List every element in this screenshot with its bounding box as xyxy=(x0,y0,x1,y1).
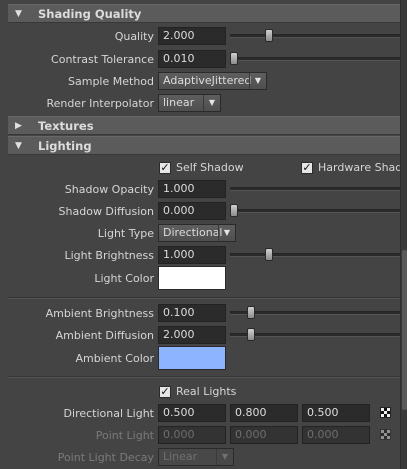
separator xyxy=(8,376,400,378)
ambient-brightness-slider-handle[interactable] xyxy=(247,306,255,319)
point-light-x-field[interactable]: 0.000 xyxy=(158,426,226,444)
light-type-label: Light Type xyxy=(97,227,154,240)
shadow-diffusion-label: Shadow Diffusion xyxy=(58,205,154,218)
light-brightness-field[interactable]: 1.000 xyxy=(158,246,226,264)
checker-map-icon[interactable] xyxy=(380,407,391,418)
sample-method-label: Sample Method xyxy=(68,75,154,88)
shadow-opacity-label: Shadow Opacity xyxy=(64,183,154,196)
light-type-dropdown[interactable]: Directional ▼ xyxy=(158,224,236,242)
light-brightness-slider-track[interactable] xyxy=(230,253,400,257)
hardware-shadow-checkbox[interactable]: ✓ xyxy=(301,162,313,174)
light-color-swatch[interactable] xyxy=(158,266,226,290)
quality-slider-handle[interactable] xyxy=(265,29,273,42)
section-header-shading-quality[interactable]: ▼ Shading Quality xyxy=(8,4,400,23)
ambient-diffusion-label: Ambient Diffusion xyxy=(55,329,154,342)
section-title: Shading Quality xyxy=(38,7,142,21)
attribute-editor-panel: ▼ Shading Quality Quality 2.000 Contrast… xyxy=(0,0,400,469)
sample-method-dropdown[interactable]: AdaptiveJittered ▼ xyxy=(158,72,267,90)
point-light-z-field[interactable]: 0.000 xyxy=(302,426,370,444)
chevron-down-icon: ▼ xyxy=(216,449,233,465)
ambient-diffusion-slider-track[interactable] xyxy=(230,333,400,337)
ambient-brightness-field[interactable]: 0.100 xyxy=(158,304,226,322)
point-light-decay-dropdown[interactable]: Linear ▼ xyxy=(158,448,234,466)
chevron-down-icon: ▼ xyxy=(249,73,266,89)
vertical-scrollbar[interactable] xyxy=(400,0,407,469)
render-interpolator-label: Render Interpolator xyxy=(46,97,154,110)
contrast-tolerance-field[interactable]: 0.010 xyxy=(158,50,226,68)
contrast-tolerance-label: Contrast Tolerance xyxy=(51,53,154,66)
shadow-diffusion-slider-track[interactable] xyxy=(230,209,400,213)
hardware-shadow-label: Hardware Shadow xyxy=(318,161,400,174)
shadow-diffusion-slider-handle[interactable] xyxy=(230,204,238,217)
light-type-value: Directional xyxy=(163,226,223,239)
directional-light-z-field[interactable]: 0.500 xyxy=(302,404,370,422)
point-light-decay-value: Linear xyxy=(163,450,198,463)
ambient-brightness-slider-track[interactable] xyxy=(230,311,400,315)
ambient-diffusion-field[interactable]: 2.000 xyxy=(158,326,226,344)
real-lights-label: Real Lights xyxy=(176,385,237,398)
section-header-lighting[interactable]: ▼ Lighting xyxy=(8,136,400,155)
shadow-opacity-slider-track[interactable] xyxy=(230,187,400,191)
ambient-color-label: Ambient Color xyxy=(75,352,154,365)
point-light-decay-label: Point Light Decay xyxy=(57,451,154,464)
light-color-label: Light Color xyxy=(94,272,154,285)
render-interpolator-value: linear xyxy=(163,96,195,109)
light-brightness-slider-handle[interactable] xyxy=(265,248,273,261)
section-title: Textures xyxy=(38,119,94,133)
shadow-opacity-field[interactable]: 1.000 xyxy=(158,180,226,198)
point-light-label: Point Light xyxy=(95,429,154,442)
collapse-arrow-icon: ▼ xyxy=(15,9,22,19)
ambient-diffusion-slider-handle[interactable] xyxy=(247,328,255,341)
quality-label: Quality xyxy=(114,30,154,43)
light-brightness-label: Light Brightness xyxy=(64,249,154,262)
quality-slider-track[interactable] xyxy=(230,34,400,38)
point-light-y-field[interactable]: 0.000 xyxy=(230,426,298,444)
directional-light-y-field[interactable]: 0.800 xyxy=(230,404,298,422)
scrollbar-thumb[interactable] xyxy=(402,250,407,410)
ambient-color-swatch[interactable] xyxy=(158,346,226,370)
chevron-down-icon: ▼ xyxy=(203,95,220,111)
shadow-diffusion-field[interactable]: 0.000 xyxy=(158,202,226,220)
contrast-tolerance-slider-track[interactable] xyxy=(230,57,400,61)
self-shadow-label: Self Shadow xyxy=(176,161,244,174)
checker-map-icon[interactable] xyxy=(380,429,391,440)
section-header-textures[interactable]: ▶ Textures xyxy=(8,116,400,135)
section-title: Lighting xyxy=(38,139,92,153)
collapse-arrow-icon: ▼ xyxy=(15,141,22,151)
chevron-down-icon: ▼ xyxy=(218,225,235,241)
ambient-brightness-label: Ambient Brightness xyxy=(45,307,154,320)
directional-light-label: Directional Light xyxy=(63,407,154,420)
contrast-tolerance-slider-handle[interactable] xyxy=(230,52,238,65)
expand-arrow-icon: ▶ xyxy=(15,121,22,131)
real-lights-checkbox[interactable]: ✓ xyxy=(159,386,171,398)
sample-method-value: AdaptiveJittered xyxy=(163,74,252,87)
quality-field[interactable]: 2.000 xyxy=(158,27,226,45)
directional-light-x-field[interactable]: 0.500 xyxy=(158,404,226,422)
render-interpolator-dropdown[interactable]: linear ▼ xyxy=(158,94,221,112)
separator xyxy=(8,297,400,299)
self-shadow-checkbox[interactable]: ✓ xyxy=(159,162,171,174)
